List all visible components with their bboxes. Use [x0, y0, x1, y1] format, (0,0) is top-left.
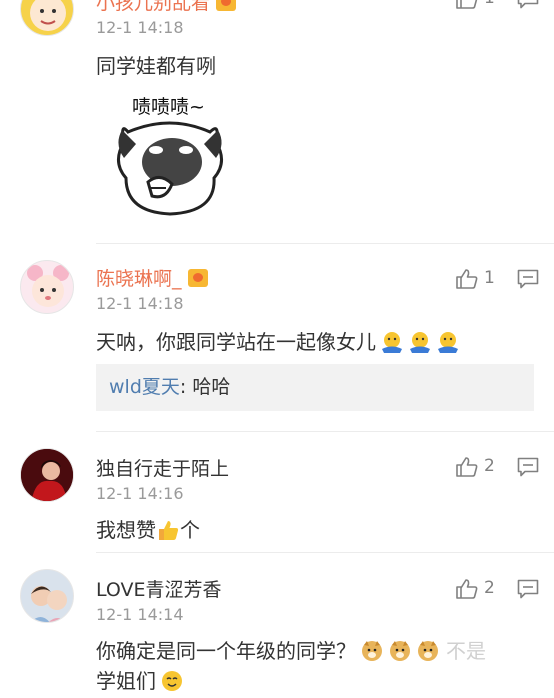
vip-badge-icon — [187, 269, 208, 287]
like-icon[interactable] — [455, 578, 478, 600]
reply-username[interactable]: wld夏天 — [109, 376, 180, 398]
reply-icon[interactable] — [517, 457, 539, 477]
like-count: 1 — [484, 268, 495, 288]
vip-badge-icon — [216, 0, 237, 11]
reply-preview[interactable]: wld夏天: 哈哈 — [96, 364, 534, 411]
comment-time: 12-1 14:16 — [96, 484, 184, 503]
thumbs-up-emoji-icon — [156, 518, 180, 542]
doge-emoji-icon — [360, 639, 384, 663]
like-icon[interactable] — [455, 456, 478, 478]
reply-icon[interactable] — [517, 579, 539, 599]
username[interactable]: 陈晓琳啊_ — [96, 264, 208, 291]
comment-time: 12-1 14:18 — [96, 294, 184, 313]
like-icon[interactable] — [455, 0, 478, 10]
like-count: 2 — [484, 456, 495, 476]
comment-text: 你确定是同一个年级的同学？ 不是 — [96, 639, 486, 663]
comment-item: 小孩儿别乱看 1 12-1 14:18 同学娃都有咧 啧啧啧~ — [0, 0, 554, 243]
like-icon[interactable] — [455, 268, 478, 290]
comment-text: 天呐，你跟同学站在一起像女儿 — [96, 326, 460, 355]
avatar[interactable] — [20, 0, 74, 36]
comment-time: 12-1 14:14 — [96, 605, 184, 624]
username[interactable]: 独自行走于陌上 — [96, 454, 229, 481]
sticker-image: 啧啧啧~ — [110, 92, 230, 218]
comment-item: LOVE青涩芳香 2 12-1 14:14 你确定是同一个年级的同学？ 不是 学姐… — [0, 553, 554, 693]
shrug-emoji-icon — [408, 330, 432, 354]
smile-emoji-icon — [160, 669, 184, 693]
comment-item: 陈晓琳啊_ 1 12-1 14:18 天呐，你跟同学站在一起像女儿 wld夏天:… — [0, 244, 554, 430]
doge-emoji-icon — [416, 639, 440, 663]
avatar[interactable] — [20, 448, 74, 502]
username[interactable]: LOVE青涩芳香 — [96, 575, 222, 602]
comment-time: 12-1 14:18 — [96, 18, 184, 37]
like-count: 1 — [484, 0, 495, 8]
like-count: 2 — [484, 578, 495, 598]
comment-text: 同学娃都有咧 — [96, 54, 216, 78]
reply-icon[interactable] — [517, 269, 539, 289]
doge-emoji-icon — [388, 639, 412, 663]
avatar[interactable] — [20, 260, 74, 314]
shrug-emoji-icon — [436, 330, 460, 354]
comment-text: 我想赞个 — [96, 518, 200, 542]
shrug-emoji-icon — [380, 330, 404, 354]
comment-item: 独自行走于陌上 2 12-1 14:16 我想赞个 — [0, 432, 554, 552]
avatar[interactable] — [20, 569, 74, 623]
comment-text-line2: 学姐们 — [96, 665, 184, 694]
watermark-text: 不是 — [446, 639, 486, 663]
reply-text: 哈哈 — [192, 376, 231, 398]
username[interactable]: 小孩儿别乱看 — [96, 0, 237, 15]
reply-icon[interactable] — [517, 0, 539, 9]
